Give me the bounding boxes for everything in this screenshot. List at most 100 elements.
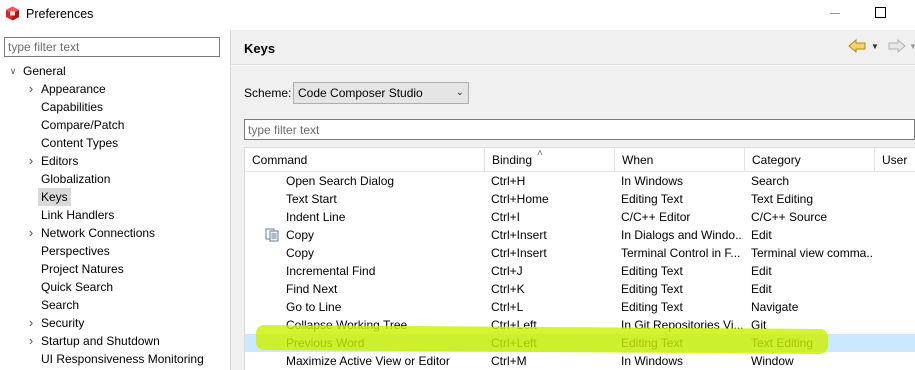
cell-user bbox=[881, 172, 914, 190]
column-header-label: When bbox=[622, 153, 654, 167]
table-row[interactable]: Find Next Ctrl+K Editing Text Edit bbox=[245, 280, 915, 298]
column-header-label: Category bbox=[752, 153, 801, 167]
maximize-button[interactable] bbox=[875, 7, 886, 18]
tree-item[interactable]: Quick Search bbox=[26, 278, 116, 296]
cell-category: Terminal view comma... bbox=[751, 246, 873, 260]
cell-when: Editing Text bbox=[621, 282, 683, 296]
cell-category: C/C++ Source bbox=[751, 210, 828, 224]
tree-item-label: UI Responsiveness Monitoring bbox=[41, 352, 204, 366]
cell-binding: Ctrl+H bbox=[491, 174, 526, 188]
tree-item-label: Quick Search bbox=[41, 280, 114, 294]
cell-when: Terminal Control in F... bbox=[621, 246, 741, 260]
table-header: Command Binding ˄ When Category User bbox=[245, 148, 915, 172]
cell-command: Previous Word bbox=[286, 336, 365, 350]
cell-when: Editing Text bbox=[621, 192, 683, 206]
cell-command: Go to Line bbox=[286, 300, 342, 314]
keys-table: Command Binding ˄ When Category User Open Sea… bbox=[244, 147, 915, 370]
cell-user bbox=[881, 280, 914, 298]
scheme-select[interactable]: Code Composer Studio ⌄ bbox=[293, 82, 469, 104]
copy-icon bbox=[265, 228, 279, 242]
minimize-button[interactable] bbox=[830, 13, 840, 14]
cell-binding: Ctrl+Left bbox=[491, 336, 537, 350]
tree-item[interactable]: ∨ General bbox=[8, 62, 69, 80]
tree-item[interactable]: UI Responsiveness Monitoring bbox=[26, 350, 207, 368]
cell-command: Copy bbox=[286, 246, 315, 260]
cell-binding: Ctrl+K bbox=[491, 282, 525, 296]
column-header-label: User bbox=[882, 153, 908, 167]
tree-item-label: Capabilities bbox=[41, 100, 104, 114]
cell-user bbox=[881, 334, 914, 352]
back-dropdown-icon[interactable]: ▼ bbox=[871, 42, 879, 51]
column-header-binding[interactable]: Binding ˄ bbox=[485, 148, 615, 172]
column-header-command[interactable]: Command bbox=[245, 148, 485, 172]
forward-arrow-icon[interactable] bbox=[888, 39, 906, 53]
cell-user bbox=[881, 244, 914, 262]
chevron-down-icon[interactable]: ∨ bbox=[8, 62, 18, 80]
keys-page: Keys ▼ ▼ Scheme: Code Composer Studio ⌄ … bbox=[231, 30, 915, 370]
tree-item[interactable]: Perspectives bbox=[26, 242, 113, 260]
table-row[interactable]: Collapse Working Tree Ctrl+Left In Git Rep… bbox=[245, 316, 915, 334]
cell-command: Collapse Working Tree bbox=[286, 318, 408, 332]
tree-item[interactable]: Link Handlers bbox=[26, 206, 117, 224]
tree-item-label: Editors bbox=[41, 154, 79, 168]
cell-user bbox=[881, 316, 914, 334]
cell-user bbox=[881, 298, 914, 316]
tree-item[interactable]: Capabilities bbox=[26, 98, 106, 116]
cell-when: In Git Repositories Vi... bbox=[621, 318, 743, 332]
chevron-right-icon[interactable]: › bbox=[26, 224, 36, 242]
tree-item[interactable]: Globalization bbox=[26, 170, 113, 188]
back-arrow-icon[interactable] bbox=[848, 39, 866, 53]
cell-category: Git bbox=[751, 318, 767, 332]
table-row[interactable]: Maximize Active View or Editor Ctrl+M In W… bbox=[245, 352, 915, 370]
chevron-right-icon[interactable]: › bbox=[26, 80, 36, 98]
cell-category: Edit bbox=[751, 282, 772, 296]
table-row[interactable]: Incremental Find Ctrl+J Editing Text Edit bbox=[245, 262, 915, 280]
cell-binding: Ctrl+J bbox=[491, 264, 523, 278]
cell-category: Text Editing bbox=[751, 192, 814, 206]
tree-filter-input[interactable] bbox=[4, 37, 220, 57]
tree-item-label: Appearance bbox=[41, 82, 106, 96]
tree-item[interactable]: Project Natures bbox=[26, 260, 127, 278]
column-header-category[interactable]: Category bbox=[745, 148, 875, 172]
tree-item[interactable]: › Startup and Shutdown bbox=[26, 332, 163, 350]
chevron-right-icon[interactable]: › bbox=[26, 314, 36, 332]
column-header-when[interactable]: When bbox=[615, 148, 745, 172]
table-row[interactable]: Copy Ctrl+Insert Terminal Control in F... T… bbox=[245, 244, 915, 262]
cell-category: Search bbox=[751, 174, 790, 188]
cell-category: Edit bbox=[751, 228, 772, 242]
cell-command: Find Next bbox=[286, 282, 338, 296]
cell-user bbox=[881, 262, 914, 280]
tree-item[interactable]: › Appearance bbox=[26, 80, 109, 98]
cell-command: Indent Line bbox=[286, 210, 346, 224]
table-row[interactable]: Text Start Ctrl+Home Editing Text Text Edit… bbox=[245, 190, 915, 208]
keys-filter-input[interactable] bbox=[244, 119, 915, 140]
cell-user bbox=[881, 190, 914, 208]
table-row[interactable]: Previous Word Ctrl+Left Editing Text Text E… bbox=[245, 334, 915, 352]
cell-category: Window bbox=[751, 354, 794, 368]
tree-item[interactable]: › Security bbox=[26, 314, 87, 332]
cell-binding: Ctrl+I bbox=[491, 210, 521, 224]
cell-user bbox=[881, 352, 914, 370]
scheme-label: Scheme: bbox=[244, 86, 292, 100]
tree-item[interactable]: Content Types bbox=[26, 134, 121, 152]
cell-user bbox=[881, 208, 914, 226]
table-row[interactable]: Indent Line Ctrl+I C/C++ Editor C/C++ Sourc… bbox=[245, 208, 915, 226]
tree-item[interactable]: › Network Connections bbox=[26, 224, 158, 242]
tree-item[interactable]: Compare/Patch bbox=[26, 116, 127, 134]
tree-item-label: Security bbox=[41, 316, 85, 330]
table-row[interactable]: Go to Line Ctrl+L Editing Text Navigate bbox=[245, 298, 915, 316]
table-row[interactable]: Copy Ctrl+Insert In Dialogs and Windo... Ed… bbox=[245, 226, 915, 244]
cell-binding: Ctrl+Insert bbox=[491, 228, 547, 242]
forward-dropdown-icon[interactable]: ▼ bbox=[909, 42, 915, 51]
tree-item-label: Search bbox=[41, 298, 80, 312]
tree-item-label: General bbox=[23, 64, 66, 78]
tree-item[interactable]: Search bbox=[26, 296, 82, 314]
chevron-right-icon[interactable]: › bbox=[26, 152, 36, 170]
tree-item[interactable]: › Editors bbox=[26, 152, 81, 170]
tree-item[interactable]: Keys bbox=[26, 188, 71, 206]
column-header-label: Binding bbox=[492, 153, 533, 167]
column-header-user[interactable]: User bbox=[875, 148, 915, 172]
table-row[interactable]: Open Search Dialog Ctrl+H In Windows Search bbox=[245, 172, 915, 190]
column-header-label: Command bbox=[252, 153, 308, 167]
chevron-right-icon[interactable]: › bbox=[26, 332, 36, 350]
